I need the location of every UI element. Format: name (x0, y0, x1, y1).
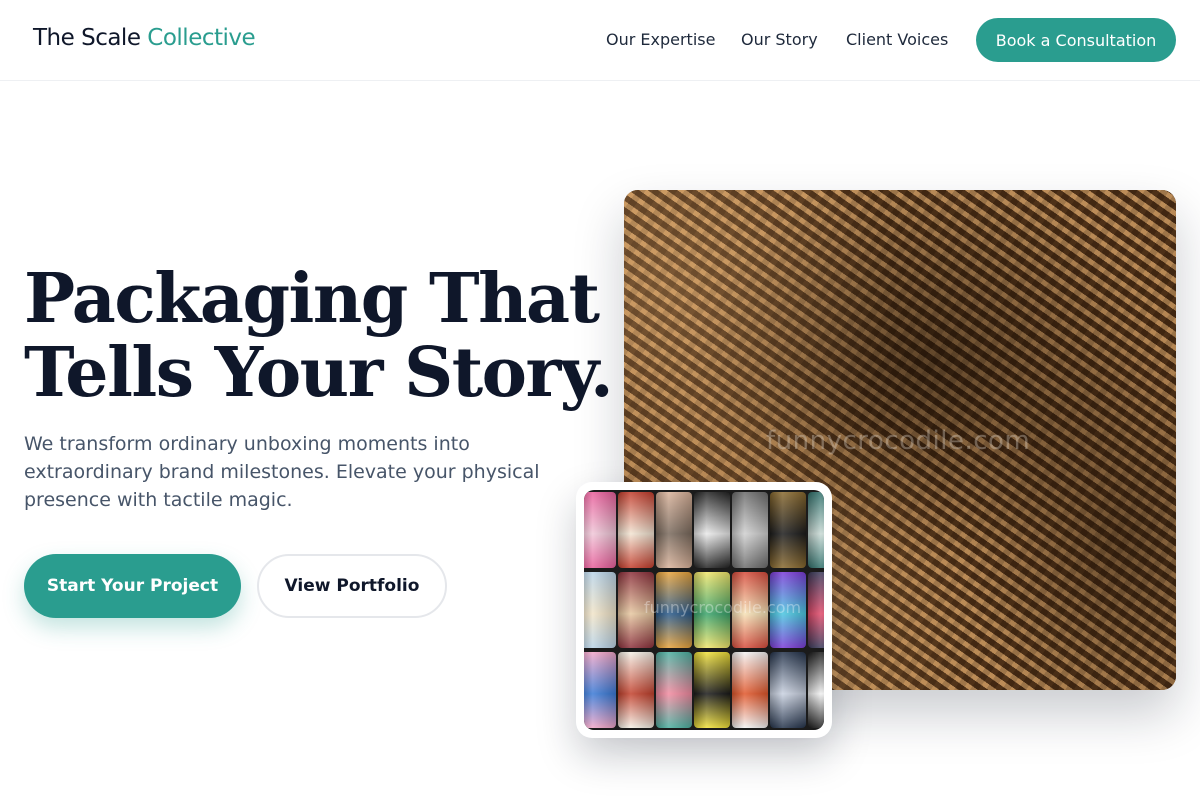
hero-title-line-1: Packaging That (24, 259, 600, 339)
can (808, 572, 824, 648)
can (656, 492, 692, 568)
image-watermark: funnycrocodile.com (766, 426, 1031, 456)
hero-subtitle: We transform ordinary unboxing moments i… (24, 433, 540, 511)
can (732, 492, 768, 568)
can (770, 652, 806, 728)
start-project-button[interactable]: Start Your Project (24, 554, 241, 618)
logo-text-main: The Scale (33, 25, 141, 51)
nav-link-our-story[interactable]: Our Story (741, 30, 818, 49)
can (808, 652, 824, 728)
beverage-cans-image-card: funnycrocodile.com (576, 482, 832, 738)
can (694, 492, 730, 568)
site-header: The Scale Collective Our Expertise Our S… (0, 0, 1200, 81)
logo-text-accent: Collective (147, 25, 256, 51)
can (584, 572, 616, 648)
beverage-cans-image: funnycrocodile.com (584, 490, 824, 730)
brand-logo[interactable]: The Scale Collective (33, 25, 256, 51)
can (770, 492, 806, 568)
view-portfolio-button[interactable]: View Portfolio (257, 554, 447, 618)
can (656, 652, 692, 728)
hero-title-line-2: Tells Your Story. (24, 333, 614, 413)
can (584, 492, 616, 568)
can (618, 492, 654, 568)
cans-image-watermark: funnycrocodile.com (644, 598, 802, 617)
can (584, 652, 616, 728)
nav-link-our-expertise[interactable]: Our Expertise (606, 30, 715, 49)
hero-title: Packaging That Tells Your Story. (24, 259, 614, 413)
can (618, 652, 654, 728)
nav-link-client-voices[interactable]: Client Voices (846, 30, 948, 49)
book-consultation-button[interactable]: Book a Consultation (976, 18, 1176, 62)
can (694, 652, 730, 728)
can (808, 492, 824, 568)
can (732, 652, 768, 728)
